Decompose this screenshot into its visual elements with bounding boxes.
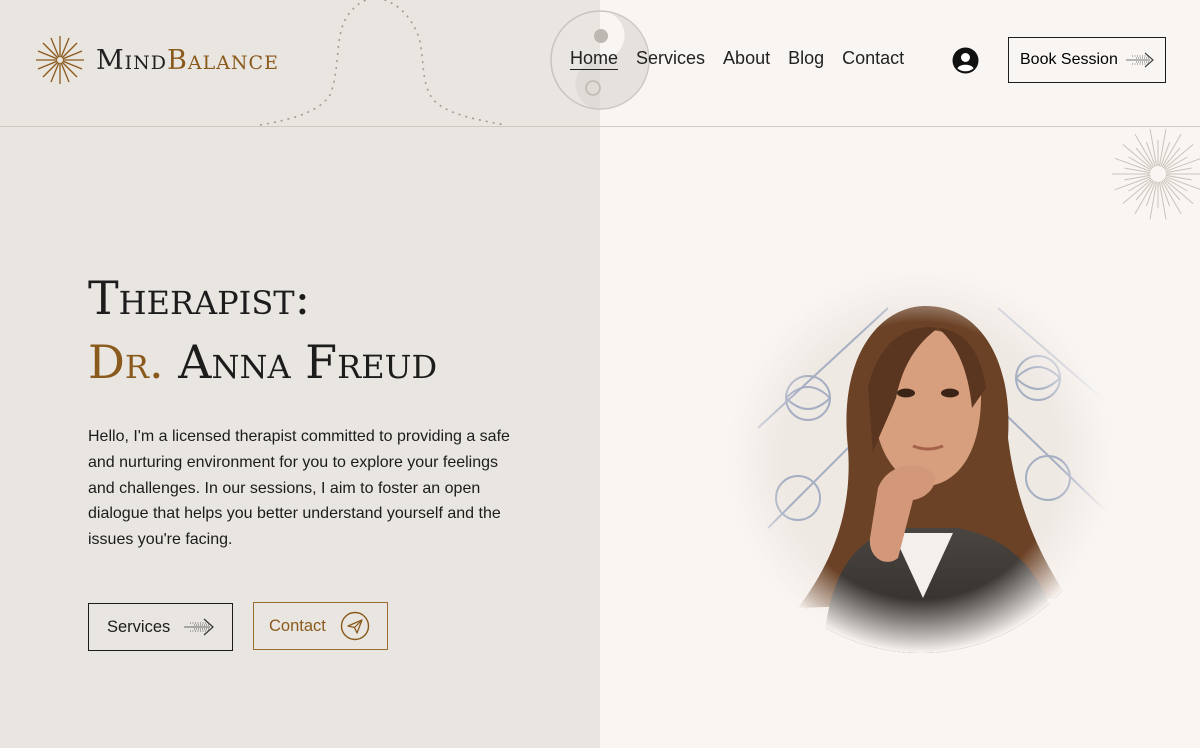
contact-button[interactable]: Contact [253, 602, 388, 650]
brand-logo[interactable]: MindBalance [34, 34, 279, 86]
nav-about[interactable]: About [723, 48, 770, 69]
arrow-right-icon [1125, 52, 1154, 68]
contact-button-label: Contact [269, 616, 326, 635]
send-icon [340, 611, 370, 641]
book-session-label: Book Session [1020, 51, 1118, 68]
nav-blog[interactable]: Blog [788, 48, 824, 69]
site-header: MindBalance Home Services About Blog Con… [0, 0, 1200, 127]
hero-title-prefix: Dr. [88, 335, 164, 389]
starburst-decoration [1112, 128, 1200, 220]
brand-name: MindBalance [96, 45, 279, 76]
book-session-button[interactable]: Book Session [1008, 37, 1166, 83]
hero-title-line1: Therapist: [88, 271, 311, 325]
brand-name-part2: Balance [167, 44, 279, 76]
hero-intro-text: Hello, I'm a licensed therapist committe… [88, 428, 510, 549]
nav-services[interactable]: Services [636, 48, 705, 69]
sunburst-icon [36, 36, 84, 84]
brand-name-part1: Mind [96, 44, 168, 76]
arrow-right-icon [184, 618, 215, 636]
services-button-label: Services [107, 617, 171, 636]
hero-title: Therapist: Dr. Anna Freud [88, 266, 437, 394]
hero-title-name: Anna Freud [178, 335, 438, 389]
main-nav: Home Services About Blog Contact [570, 48, 904, 69]
nav-contact[interactable]: Contact [842, 48, 904, 69]
therapist-portrait [728, 268, 1113, 653]
services-button[interactable]: Services [88, 603, 233, 651]
user-avatar-icon[interactable] [952, 47, 979, 74]
nav-home[interactable]: Home [570, 48, 618, 69]
